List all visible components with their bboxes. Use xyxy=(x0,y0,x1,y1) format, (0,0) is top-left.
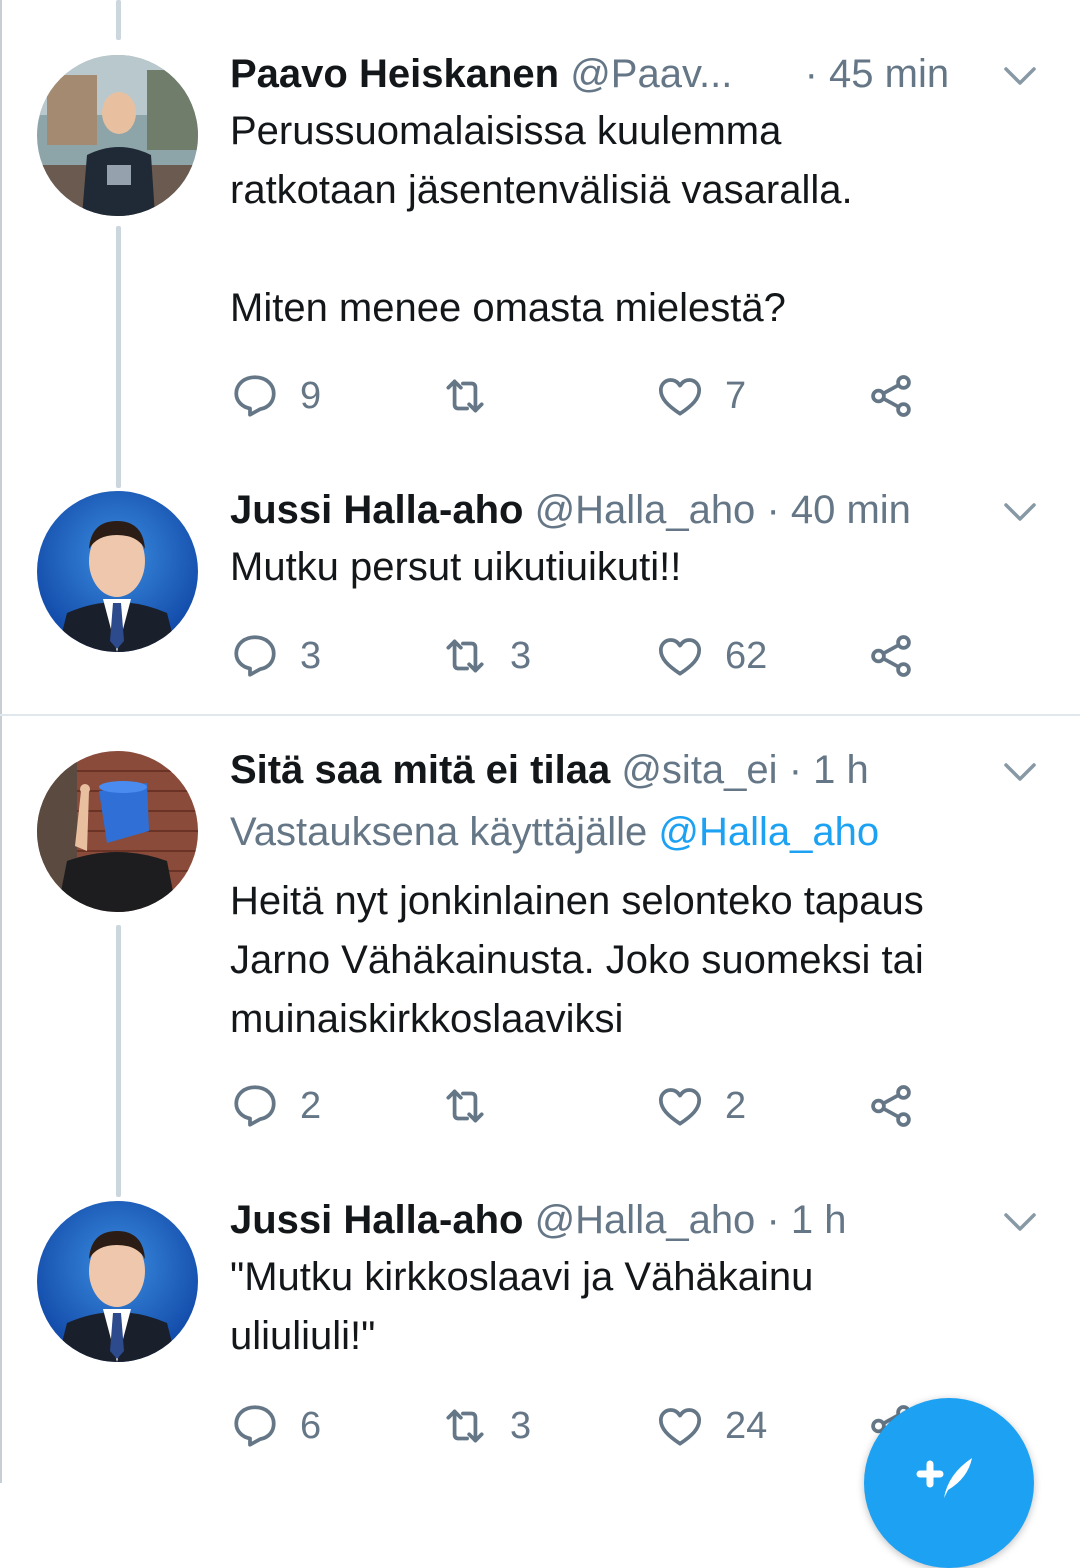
tweet-actions: 2 2 xyxy=(230,1076,950,1136)
like-button[interactable]: 7 xyxy=(655,366,746,426)
tweet-line: Heitä nyt jonkinlainen selonteko tapaus xyxy=(230,879,924,923)
compose-tweet-button[interactable] xyxy=(864,1398,1034,1568)
like-count: 62 xyxy=(725,634,768,677)
avatar-photo-jussi xyxy=(37,491,198,652)
tweet-header: Jussi Halla-aho @Halla_aho · 40 min xyxy=(230,480,911,540)
author-handle[interactable]: @Halla_aho xyxy=(535,488,756,532)
author-name[interactable]: Jussi Halla-aho xyxy=(230,1198,523,1242)
replying-to: Vastauksena käyttäjälle @Halla_aho xyxy=(230,802,879,862)
author-name[interactable]: Paavo Heiskanen xyxy=(230,52,559,96)
retweet-button[interactable] xyxy=(440,1076,510,1136)
chevron-down-icon[interactable] xyxy=(1000,752,1040,792)
conversation-separator xyxy=(0,714,1080,716)
tweet-line: Mutku persut uikutiuikuti!! xyxy=(230,545,682,589)
like-button[interactable]: 62 xyxy=(655,626,767,686)
like-count: 2 xyxy=(725,1084,747,1127)
tweet-time[interactable]: · 1 h xyxy=(766,1198,846,1242)
reply-button[interactable]: 3 xyxy=(230,626,321,686)
avatar[interactable] xyxy=(37,55,198,216)
chevron-down-icon[interactable] xyxy=(1000,492,1040,532)
like-count: 24 xyxy=(725,1404,768,1447)
share-icon xyxy=(871,635,911,677)
reply-button[interactable]: 9 xyxy=(230,366,321,426)
tweet-time[interactable]: · 45 min xyxy=(805,52,950,96)
like-count: 7 xyxy=(725,374,747,417)
like-icon xyxy=(658,1408,702,1446)
reply-icon xyxy=(234,635,276,677)
reply-button[interactable]: 2 xyxy=(230,1076,321,1136)
avatar-photo-paavo xyxy=(37,55,198,216)
tweet-text: Perussuomalaisissa kuulemma ratkotaan jä… xyxy=(230,102,1050,338)
retweet-count: 3 xyxy=(510,1404,532,1447)
avatar[interactable] xyxy=(37,491,198,652)
avatar-photo-sita xyxy=(37,751,198,912)
tweet-line: Jarno Vähäkainusta. Joko suomeksi tai xyxy=(230,938,924,982)
reply-count: 3 xyxy=(300,634,322,677)
tweet-line: uliuliuli!" xyxy=(230,1314,376,1358)
tweet-line: Miten menee omasta mielestä? xyxy=(230,286,786,330)
reply-icon xyxy=(234,1085,276,1127)
avatar[interactable] xyxy=(37,1201,198,1362)
tweet-text: Heitä nyt jonkinlainen selonteko tapaus … xyxy=(230,872,1050,1049)
like-icon xyxy=(658,378,702,416)
share-button[interactable] xyxy=(866,1076,916,1136)
avatar[interactable] xyxy=(37,751,198,912)
tweet-actions: 6 3 24 xyxy=(230,1396,950,1456)
tweet-line: muinaiskirkkoslaaviksi xyxy=(230,997,624,1041)
tweet-line: "Mutku kirkkoslaavi ja Vähäkainu xyxy=(230,1255,814,1299)
tweet-time[interactable]: · 40 min xyxy=(766,488,911,532)
tweet-line xyxy=(230,220,1050,279)
reply-count: 2 xyxy=(300,1084,322,1127)
chevron-down-icon[interactable] xyxy=(1000,56,1040,96)
replying-to-mention[interactable]: @Halla_aho xyxy=(658,810,879,854)
retweet-icon xyxy=(446,1089,484,1123)
avatar-photo-jussi xyxy=(37,1201,198,1362)
retweet-icon xyxy=(446,379,484,413)
tweet-actions: 3 3 62 xyxy=(230,626,950,686)
reply-count: 9 xyxy=(300,374,322,417)
share-button[interactable] xyxy=(866,626,916,686)
tweet[interactable]: Jussi Halla-aho @Halla_aho · 40 min Mutk… xyxy=(0,480,1080,710)
retweet-icon xyxy=(446,1409,484,1443)
share-icon xyxy=(871,375,911,417)
like-button[interactable]: 24 xyxy=(655,1396,767,1456)
retweet-icon xyxy=(446,639,484,673)
tweet-header: Paavo Heiskanen @Paav... · 45 min xyxy=(230,44,949,104)
share-button[interactable] xyxy=(866,366,916,426)
reply-icon xyxy=(234,1405,276,1447)
author-name[interactable]: Jussi Halla-aho xyxy=(230,488,523,532)
like-button[interactable]: 2 xyxy=(655,1076,746,1136)
replying-to-label: Vastauksena käyttäjälle xyxy=(230,810,648,854)
retweet-button[interactable]: 3 xyxy=(440,1396,531,1456)
author-handle[interactable]: @sita_ei xyxy=(621,748,777,792)
tweet[interactable]: Paavo Heiskanen @Paav... · 45 min Peruss… xyxy=(0,44,1080,434)
like-icon xyxy=(658,1088,702,1126)
retweet-count: 3 xyxy=(510,634,532,677)
retweet-button[interactable] xyxy=(440,366,510,426)
compose-tweet-icon xyxy=(916,1458,972,1498)
tweet-text: "Mutku kirkkoslaavi ja Vähäkainu uliuliu… xyxy=(230,1248,1050,1366)
like-icon xyxy=(658,638,702,676)
tweet-line: Perussuomalaisissa kuulemma xyxy=(230,109,782,153)
tweet-time[interactable]: · 1 h xyxy=(789,748,869,792)
reply-icon xyxy=(234,375,276,417)
thread-line xyxy=(116,0,121,40)
author-name[interactable]: Sitä saa mitä ei tilaa xyxy=(230,748,610,792)
author-handle[interactable]: @Halla_aho xyxy=(535,1198,756,1242)
tweet-line: ratkotaan jäsentenvälisiä vasaralla. xyxy=(230,168,853,212)
reply-count: 6 xyxy=(300,1404,322,1447)
tweet-header: Sitä saa mitä ei tilaa @sita_ei · 1 h xyxy=(230,740,869,800)
share-icon xyxy=(871,1085,911,1127)
tweet[interactable]: Sitä saa mitä ei tilaa @sita_ei · 1 h Va… xyxy=(0,740,1080,1170)
tweet-text: Mutku persut uikutiuikuti!! xyxy=(230,538,1050,597)
tweet-header: Jussi Halla-aho @Halla_aho · 1 h xyxy=(230,1190,846,1250)
author-handle[interactable]: @Paav... xyxy=(570,52,732,96)
reply-button[interactable]: 6 xyxy=(230,1396,321,1456)
retweet-button[interactable]: 3 xyxy=(440,626,531,686)
chevron-down-icon[interactable] xyxy=(1000,1202,1040,1242)
tweet-actions: 9 7 xyxy=(230,366,950,426)
